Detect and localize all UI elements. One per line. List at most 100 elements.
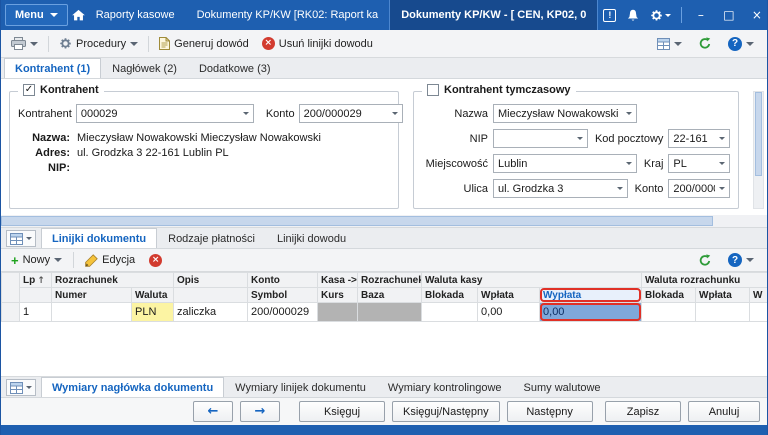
cell-lp[interactable]: 1	[20, 303, 52, 322]
cell-symbol[interactable]: 200/000029	[248, 303, 318, 322]
tymczasowy-group-title: Kontrahent tymczasowy	[422, 84, 576, 96]
gear-icon[interactable]	[645, 0, 676, 30]
grid-toolbar: + Nowy Edycja × ?	[1, 249, 767, 272]
tab-rodzaje-platnosci[interactable]: Rodzaje płatności	[157, 228, 266, 248]
header-opis[interactable]: Opis	[174, 273, 248, 288]
kontrahent-checkbox[interactable]: ✓	[23, 84, 35, 96]
usun-linijki-button[interactable]: × Usuń linijki dowodu	[257, 33, 378, 55]
home-icon[interactable]	[72, 0, 85, 30]
tym-nip-combo[interactable]	[493, 129, 588, 148]
maximize-button[interactable]: □	[715, 0, 742, 30]
tab-kontrahent[interactable]: Kontrahent (1)	[4, 58, 101, 78]
header-rozrachunek2[interactable]: Rozrachunek	[358, 273, 422, 288]
cell-opis[interactable]: zaliczka	[174, 303, 248, 322]
subheader-wplata-kasy[interactable]: Wpłata	[478, 288, 540, 303]
cell-baza[interactable]	[358, 303, 422, 322]
tab-naglowek[interactable]: Nagłówek (2)	[101, 58, 188, 78]
layout-button[interactable]	[652, 33, 687, 55]
titlebar-tab-raporty-kasowe[interactable]: Raporty kasowe	[85, 0, 186, 30]
subheader-waluta[interactable]: Waluta	[132, 288, 174, 303]
next-record-button[interactable]: →	[240, 401, 280, 422]
titlebar-tab-dokumenty-rk02[interactable]: Dokumenty KP/KW [RK02: Raport ka	[186, 0, 390, 30]
grid-select-all-header[interactable]	[2, 273, 20, 303]
tab-linijki-dowodu[interactable]: Linijki dowodu	[266, 228, 357, 248]
tym-nazwa-combo[interactable]: Mieczysław Nowakowski	[493, 104, 637, 123]
cell-blokada-rozr[interactable]	[642, 303, 696, 322]
subheader-numer[interactable]: Numer	[52, 288, 132, 303]
grid-help-button[interactable]: ?	[723, 249, 759, 271]
cell-kurs[interactable]	[318, 303, 358, 322]
header-kasa[interactable]: Kasa ->	[318, 273, 358, 288]
subheader-baza[interactable]: Baza	[358, 288, 422, 303]
bottom-layout-button[interactable]	[6, 379, 36, 396]
generuj-dowod-button[interactable]: Generuj dowód	[154, 33, 254, 55]
tab-wymiary-kontrolingowe[interactable]: Wymiary kontrolingowe	[377, 377, 513, 397]
edycja-button[interactable]: Edycja	[80, 249, 140, 271]
horizontal-scrollbar-thumb[interactable]	[1, 216, 713, 226]
horizontal-scrollbar[interactable]	[1, 215, 767, 228]
nastepny-button[interactable]: Następny	[507, 401, 593, 422]
header-konto[interactable]: Konto	[248, 273, 318, 288]
tab-wymiary-linijek[interactable]: Wymiary linijek dokumentu	[224, 377, 377, 397]
subheader-blokada-kasy[interactable]: Blokada	[422, 288, 478, 303]
subheader-kurs[interactable]: Kurs	[318, 288, 358, 303]
tymczasowy-checkbox[interactable]	[427, 84, 439, 96]
zapisz-button[interactable]: Zapisz	[605, 401, 681, 422]
help-button[interactable]: ?	[723, 33, 759, 55]
help-icon: ?	[728, 253, 742, 267]
menu-button[interactable]: Menu	[5, 4, 68, 26]
tab-linijki-dokumentu[interactable]: Linijki dokumentu	[41, 228, 157, 248]
cell-wyplata-kasy-selected[interactable]: 0,00	[540, 303, 642, 322]
nowy-button[interactable]: + Nowy	[6, 249, 67, 271]
cell-wplata-rozr[interactable]	[696, 303, 750, 322]
table-row[interactable]: 1 PLN zaliczka 200/000029 0,00 0,00	[2, 303, 768, 322]
ksieguj-nastepny-button[interactable]: Księguj/Następny	[392, 401, 500, 422]
subheader-lp-empty	[20, 288, 52, 303]
ksieguj-button[interactable]: Księguj	[299, 401, 385, 422]
tab-dodatkowe[interactable]: Dodatkowe (3)	[188, 58, 282, 78]
vertical-scrollbar[interactable]	[753, 91, 764, 209]
cell-blokada-kasy[interactable]	[422, 303, 478, 322]
konto-combo[interactable]: 200/000029	[299, 104, 403, 123]
subheader-wplata-rozr[interactable]: Wpłata	[696, 288, 750, 303]
grid-layout-button[interactable]	[6, 230, 36, 247]
titlebar-tab-dokumenty-active[interactable]: Dokumenty KP/KW - [ CEN, KP02, 0	[389, 0, 598, 30]
tym-kod-combo[interactable]: 22-161	[668, 129, 730, 148]
tym-kraj-combo[interactable]: PL	[668, 154, 730, 173]
cell-waluta[interactable]: PLN	[132, 303, 174, 322]
subheader-symbol[interactable]: Symbol	[248, 288, 318, 303]
minimize-button[interactable]: –	[687, 0, 714, 30]
previous-record-button[interactable]: ←	[193, 401, 233, 422]
header-group-waluta-rozrachunku[interactable]: Waluta rozrachunku	[642, 273, 767, 288]
cell-wplata-kasy[interactable]: 0,00	[478, 303, 540, 322]
bell-icon[interactable]	[622, 0, 644, 30]
kontrahent-code-combo[interactable]: 000029	[76, 104, 254, 123]
tym-ulica-combo[interactable]: ul. Grodzka 3	[493, 179, 628, 198]
vertical-scrollbar-thumb[interactable]	[755, 92, 762, 176]
chevron-down-icon	[54, 258, 62, 266]
row-selector-cell[interactable]	[2, 303, 20, 322]
close-button[interactable]: ×	[743, 0, 768, 30]
subheader-wyplata-kasy[interactable]: Wypłata	[540, 288, 642, 303]
subheader-w-cut[interactable]: W	[750, 288, 767, 303]
chevron-down-icon	[622, 105, 636, 122]
tab-sumy-walutowe[interactable]: Sumy walutowe	[513, 377, 612, 397]
cell-w[interactable]	[750, 303, 767, 322]
anuluj-button[interactable]: Anuluj	[688, 401, 760, 422]
chevron-down-icon	[665, 14, 671, 20]
header-lp[interactable]: Lp↑	[20, 273, 52, 288]
tab-wymiary-naglowka[interactable]: Wymiary nagłówka dokumentu	[41, 377, 224, 397]
cell-numer[interactable]	[52, 303, 132, 322]
subheader-blokada-rozr[interactable]: Blokada	[642, 288, 696, 303]
tym-miejscowosc-combo[interactable]: Lublin	[493, 154, 637, 173]
grid-refresh-button[interactable]	[693, 249, 717, 271]
tym-konto-combo[interactable]: 200/000029	[668, 179, 730, 198]
alert-icon[interactable]: !	[598, 0, 621, 30]
header-group-rozrachunek[interactable]: Rozrachunek	[52, 273, 174, 288]
usun-wiersz-button[interactable]: ×	[144, 249, 167, 271]
print-button[interactable]	[6, 33, 43, 55]
procedury-button[interactable]: Procedury	[54, 33, 143, 55]
refresh-button[interactable]	[693, 33, 717, 55]
kontrahent-groupbox: ✓ Kontrahent Kontrahent 000029 Konto 200…	[9, 91, 399, 209]
header-group-waluta-kasy[interactable]: Waluta kasy	[422, 273, 642, 288]
